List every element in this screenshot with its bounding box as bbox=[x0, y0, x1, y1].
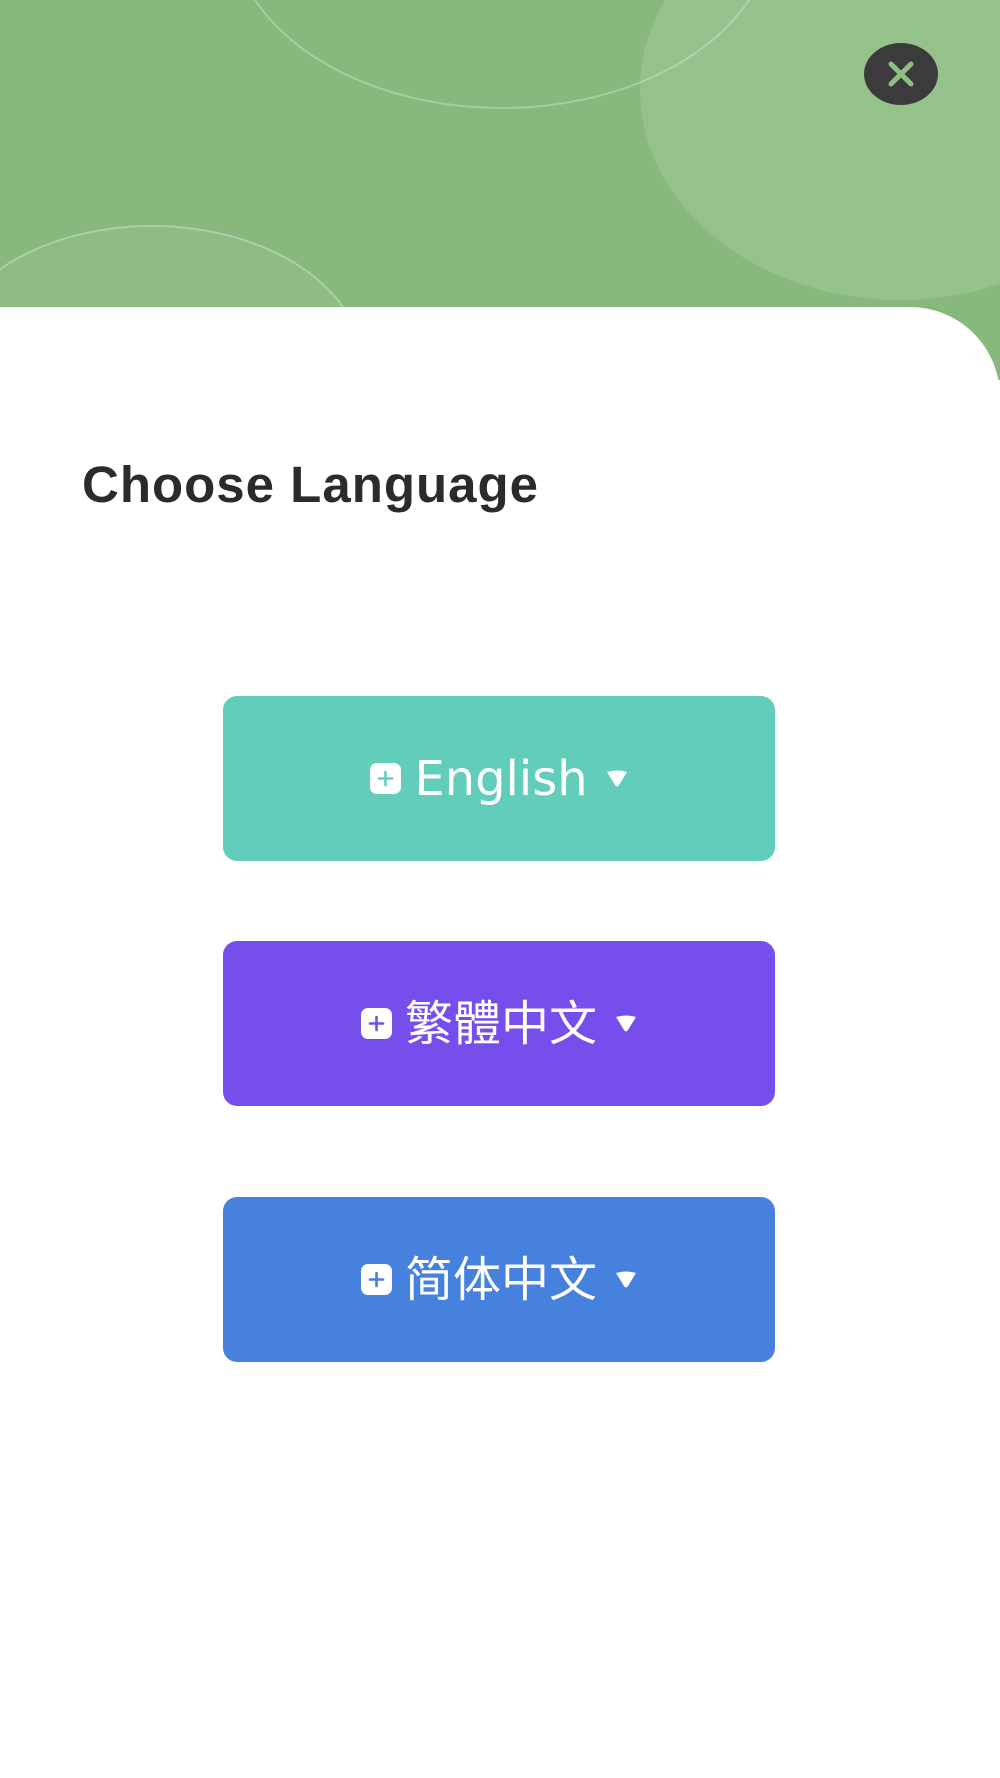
language-label: English bbox=[414, 750, 588, 807]
language-button-traditional-chinese[interactable]: 繁體中文 bbox=[223, 941, 775, 1106]
caret-down-icon bbox=[615, 1271, 637, 1289]
page-title: Choose Language bbox=[82, 456, 540, 513]
plus-square-icon bbox=[360, 1264, 392, 1295]
language-label: 简体中文 bbox=[404, 1251, 597, 1308]
language-button-english[interactable]: English bbox=[223, 696, 775, 861]
close-icon bbox=[888, 61, 914, 87]
language-label: 繁體中文 bbox=[404, 995, 597, 1052]
language-button-simplified-chinese[interactable]: 简体中文 bbox=[223, 1197, 775, 1362]
close-button[interactable] bbox=[864, 43, 938, 105]
plus-square-icon bbox=[370, 763, 402, 794]
language-picker-screen: Choose Language English 繁體中文 简体中文 bbox=[0, 0, 1000, 1778]
plus-square-icon bbox=[360, 1008, 392, 1039]
caret-down-icon bbox=[606, 770, 628, 788]
decorative-circle bbox=[640, 0, 1000, 300]
caret-down-icon bbox=[615, 1015, 637, 1033]
